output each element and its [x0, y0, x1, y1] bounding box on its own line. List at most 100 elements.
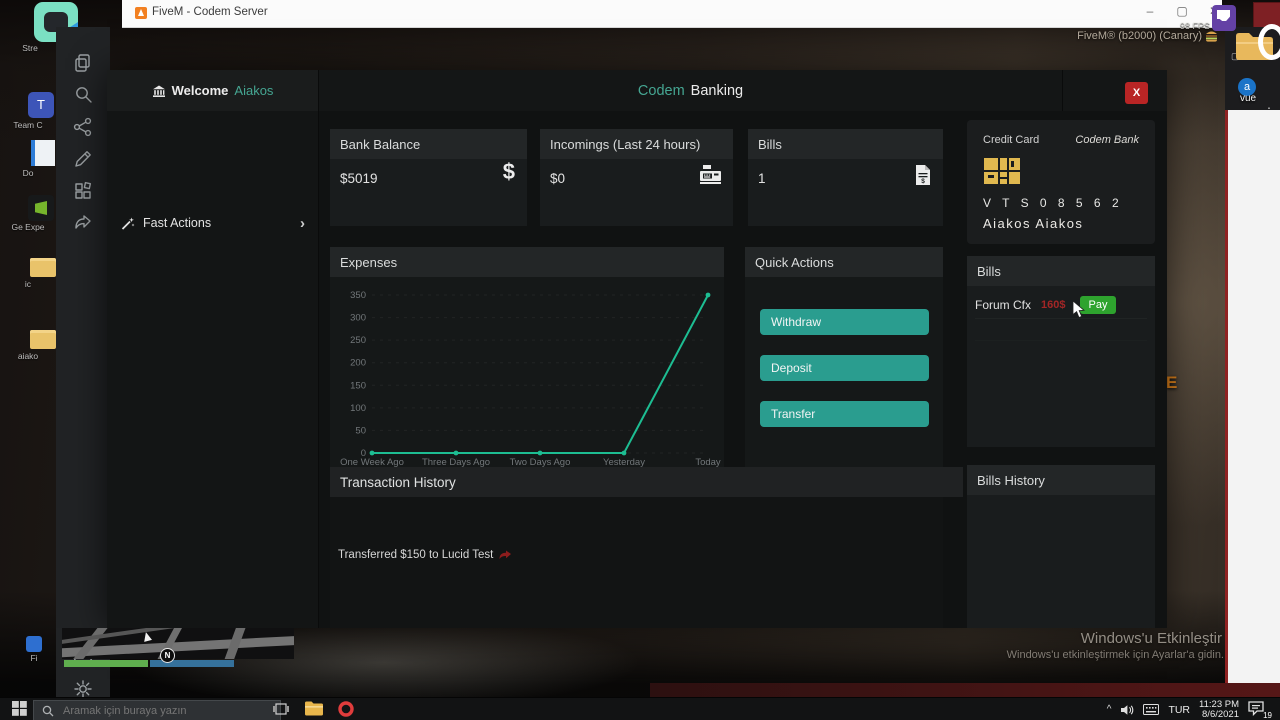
- svg-text:150: 150: [350, 380, 366, 391]
- tray-chevron[interactable]: ^: [1107, 704, 1112, 715]
- desktop-icon-label: Do: [2, 168, 54, 178]
- bill-row: Forum Cfx 160$ Pay: [975, 292, 1147, 319]
- credit-card-panel: Credit Card Codem Bank V T S 0 8 5 6 2 A…: [967, 120, 1155, 244]
- activation-watermark-subtitle: Windows'u etkinleştirmek için Ayarlar'a …: [1007, 649, 1224, 661]
- search-icon[interactable]: [72, 84, 94, 106]
- expenses-title: Expenses: [330, 247, 724, 277]
- desktop-folder-icon[interactable]: [30, 258, 56, 277]
- window-maximize-button[interactable]: ▢: [1172, 4, 1192, 18]
- task-view-icon[interactable]: [273, 701, 291, 719]
- bills-panel: Bills Forum Cfx 160$ Pay: [967, 256, 1155, 447]
- title-brand: Codem: [638, 83, 685, 99]
- desktop-icon-label: Team C: [0, 120, 56, 130]
- welcome-text: Welcome: [172, 83, 229, 98]
- transaction-history-title: Transaction History: [330, 467, 963, 497]
- clock-time: 11:23 PM: [1199, 700, 1239, 710]
- minimap-map: [62, 628, 294, 659]
- card-number: V T S 0 8 5 6 2: [983, 196, 1123, 210]
- bank-icon: [152, 84, 166, 98]
- bill-amount: 160$: [1041, 299, 1065, 311]
- blocks-icon[interactable]: [72, 180, 94, 202]
- notification-count: 19: [1263, 711, 1272, 720]
- search-icon-small: [42, 705, 54, 717]
- search-input[interactable]: [61, 704, 245, 718]
- desktop-icon-geforce[interactable]: [28, 195, 54, 221]
- ring-icon: [1258, 24, 1280, 60]
- desktop-icon-label: Fi: [14, 653, 54, 663]
- copy-icon[interactable]: [72, 52, 94, 74]
- desktop-icon-label: aiako: [2, 351, 54, 361]
- desktop-icon-teams[interactable]: T: [28, 92, 54, 118]
- svg-text:300: 300: [350, 313, 366, 324]
- transfer-button[interactable]: Transfer: [760, 401, 929, 427]
- fast-actions-item[interactable]: Fast Actions ›: [120, 209, 305, 237]
- bill-name: Forum Cfx: [975, 298, 1031, 312]
- svg-text:$: $: [921, 178, 925, 185]
- window-minimize-button[interactable]: –: [1140, 4, 1160, 18]
- svg-text:Three Days Ago: Three Days Ago: [422, 457, 490, 467]
- share-nodes-icon[interactable]: [72, 116, 94, 138]
- cash-register-icon: [700, 165, 721, 184]
- close-button[interactable]: X: [1125, 82, 1148, 104]
- taskbar-clock[interactable]: 11:23 PM 8/6/2021: [1199, 700, 1239, 720]
- quick-actions-card: Quick Actions Withdraw Deposit Transfer: [745, 247, 943, 467]
- banking-window: Welcome Aiakos Codem Banking X Fast Acti…: [107, 70, 1167, 628]
- player-marker: [142, 631, 152, 642]
- credit-card-label: Credit Card: [983, 134, 1039, 146]
- svg-text:Today: Today: [695, 457, 721, 467]
- keyboard-tray-icon[interactable]: [1143, 704, 1159, 715]
- desktop-folder-icon[interactable]: [30, 330, 56, 349]
- invoice-icon: $: [915, 165, 931, 185]
- stat-title: Bills: [748, 129, 943, 159]
- transaction-history-body: Transferred $150 to Lucid Test: [330, 497, 943, 628]
- desktop-icon-doc[interactable]: [31, 140, 55, 166]
- svg-text:50: 50: [355, 425, 366, 436]
- vue-folder-label: vue: [1240, 93, 1256, 104]
- start-button[interactable]: [12, 701, 30, 719]
- bill-row-divider: [975, 318, 1147, 341]
- compass-north: N: [160, 648, 175, 663]
- browser-tab-strip[interactable]: FiveM - Codem Server – ▢ ✕: [122, 0, 1222, 28]
- stat-title: Bank Balance: [330, 129, 527, 159]
- title-rest: Banking: [691, 83, 743, 99]
- banking-header-welcome: Welcome Aiakos: [107, 70, 319, 111]
- card-holder: Aiakos Aiakos: [983, 216, 1083, 231]
- bills-history-panel: Bills History: [967, 465, 1155, 628]
- bills-title: Bills: [967, 256, 1155, 286]
- overlay-sidebar: [56, 27, 110, 720]
- chevron-right-icon: ›: [300, 215, 305, 232]
- banking-header-title: Codem Banking: [319, 70, 1063, 111]
- transaction-entry: Transferred $150 to Lucid Test: [338, 549, 512, 561]
- expenses-card: Expenses 050100150200250300350One Week A…: [330, 247, 724, 467]
- dollar-icon: $: [503, 159, 515, 185]
- twitch-icon[interactable]: [1212, 5, 1236, 31]
- build-label: FiveM® (b2000) (Canary): [1077, 30, 1202, 42]
- desktop-icon-fi[interactable]: [26, 636, 42, 652]
- desktop-icon-label: ic: [2, 279, 54, 289]
- stat-card-incomings: Incomings (Last 24 hours) $0: [540, 129, 733, 226]
- taskbar: ^ TUR 11:23 PM 8/6/2021 19: [0, 697, 1280, 720]
- svg-text:One Week Ago: One Week Ago: [340, 457, 404, 467]
- side-window-body: [1225, 110, 1280, 690]
- browser-tab-title[interactable]: FiveM - Codem Server: [152, 6, 268, 18]
- banking-left-panel: Fast Actions ›: [107, 111, 319, 628]
- svg-text:350: 350: [350, 290, 366, 301]
- fast-actions-label: Fast Actions: [143, 216, 211, 230]
- mouse-cursor: [1072, 301, 1087, 319]
- stat-value: $5019: [340, 171, 378, 186]
- svg-text:Yesterday: Yesterday: [603, 457, 645, 467]
- language-indicator[interactable]: TUR: [1168, 704, 1190, 716]
- deposit-button[interactable]: Deposit: [760, 355, 929, 381]
- taskbar-search[interactable]: [33, 700, 281, 720]
- withdraw-button[interactable]: Withdraw: [760, 309, 929, 335]
- speaker-icon[interactable]: [1120, 704, 1134, 716]
- opera-icon[interactable]: [338, 701, 356, 719]
- transfer-arrow-icon: [498, 550, 512, 560]
- file-explorer-icon[interactable]: [305, 701, 323, 719]
- design-pen-icon[interactable]: [72, 148, 94, 170]
- screen: Stre T Team C Do Ge Expe ic aiako Fi Fiv…: [0, 0, 1280, 720]
- system-tray: ^ TUR 11:23 PM 8/6/2021 19: [1107, 698, 1280, 720]
- stat-value: 1: [758, 171, 766, 186]
- minimap: N: [62, 628, 322, 668]
- share-arrow-icon[interactable]: [72, 212, 94, 234]
